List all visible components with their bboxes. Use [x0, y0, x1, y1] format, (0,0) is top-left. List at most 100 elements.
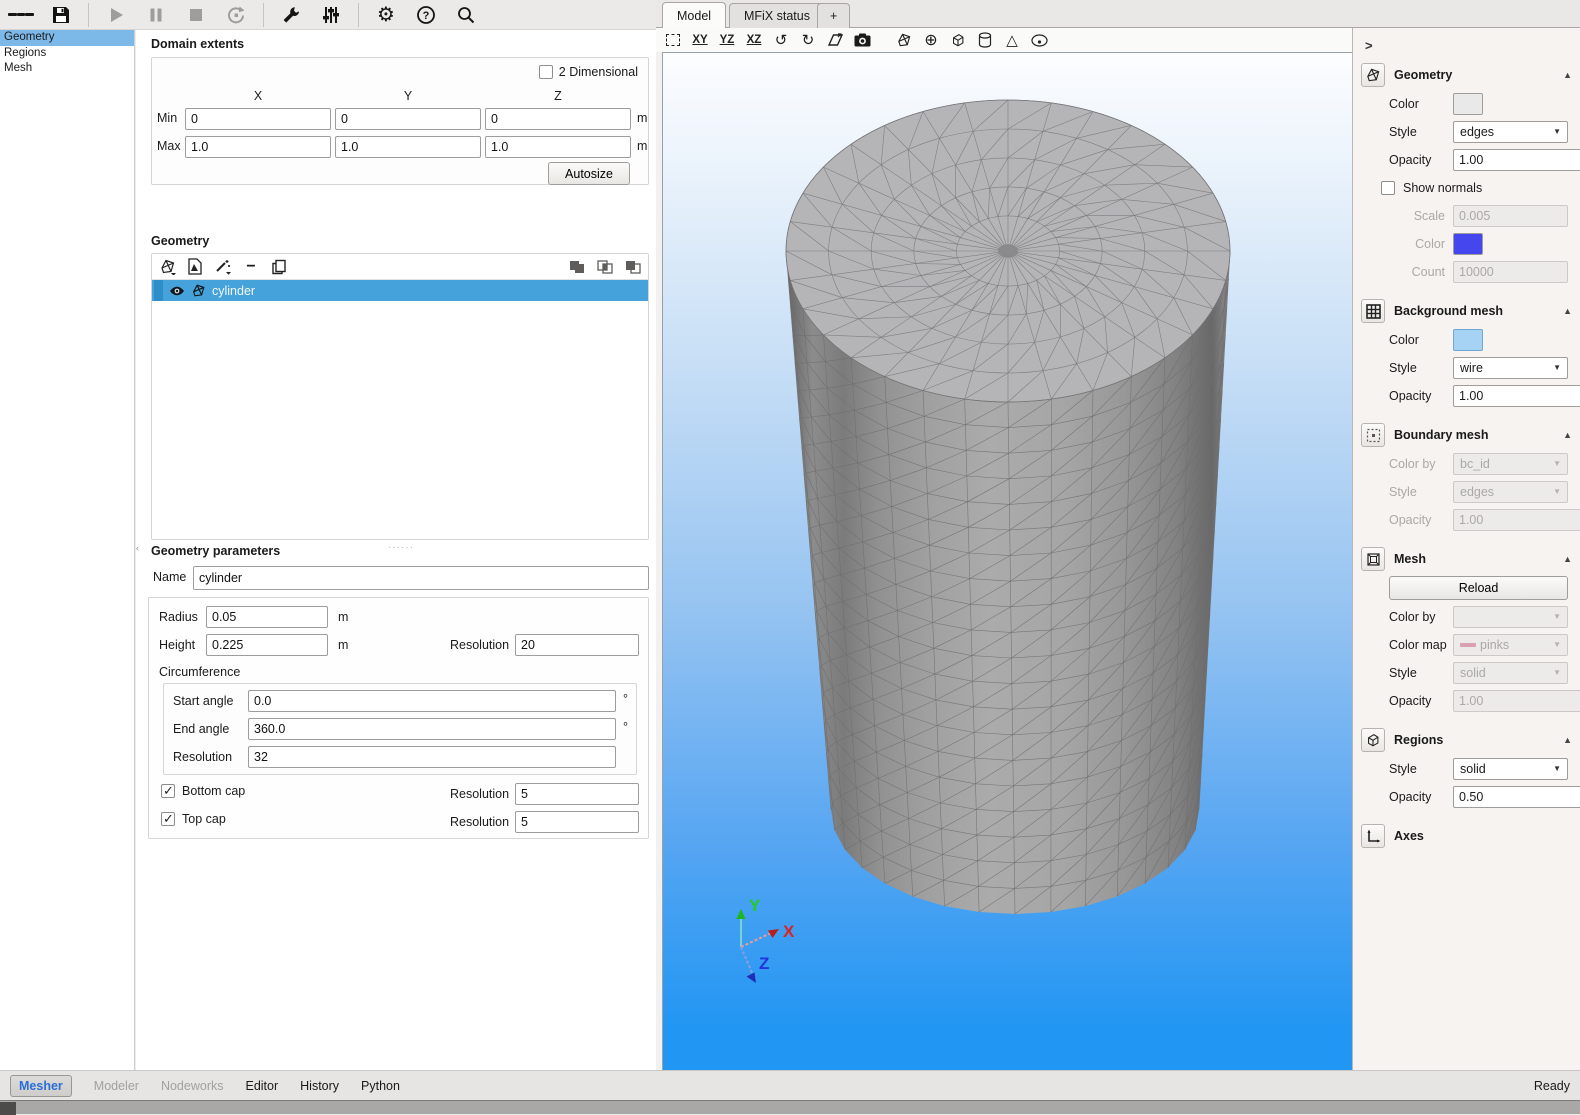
bottom-cap-resolution-input[interactable] [515, 783, 639, 805]
copy-geometry-icon[interactable] [270, 258, 288, 276]
tab-mfix-status[interactable]: MFiX status [729, 3, 825, 28]
perspective-icon[interactable] [826, 31, 844, 49]
mode-nav: Geometry Regions Mesh [0, 30, 135, 1070]
top-cap-resolution-input[interactable] [515, 811, 639, 833]
reset-icon[interactable] [223, 3, 249, 27]
collapse-panel-chevron-icon[interactable]: > [1365, 38, 1383, 53]
name-input[interactable] [193, 566, 649, 590]
regions-opacity-label: Opacity [1389, 790, 1453, 804]
max-x-input[interactable] [185, 136, 331, 158]
min-z-input[interactable] [485, 108, 631, 130]
geometry-list-item-cylinder[interactable]: cylinder [152, 280, 648, 301]
geometry-shape-icon [191, 283, 206, 298]
axes-section-icon[interactable] [1361, 824, 1385, 848]
show-normals-checkbox[interactable] [1381, 181, 1395, 195]
rotate-right-icon[interactable]: ↻ [799, 31, 817, 49]
tab-add[interactable]: + [817, 3, 850, 28]
wizard-wand-icon[interactable] [214, 258, 232, 276]
add-polygon-file-icon[interactable] [186, 258, 204, 276]
start-angle-input[interactable] [248, 690, 616, 712]
remove-geometry-icon[interactable]: − [242, 258, 260, 276]
mode-mesher[interactable]: Mesher [10, 1075, 72, 1097]
autosize-button[interactable]: Autosize [548, 162, 630, 185]
background-mesh-opacity-spinbox[interactable]: ▲▼ [1453, 385, 1580, 407]
toggle-background-mesh-icon[interactable]: ⊕ [922, 31, 940, 49]
view-xy-icon[interactable]: XY [691, 31, 709, 49]
boundary-mesh-section-icon[interactable] [1361, 423, 1385, 447]
collapse-arrow-icon[interactable]: ▲ [1563, 554, 1572, 564]
view-yz-icon[interactable]: YZ [718, 31, 736, 49]
min-y-input[interactable] [335, 108, 481, 130]
screenshot-camera-icon[interactable] [853, 31, 871, 49]
nav-item-geometry[interactable]: Geometry [0, 30, 134, 46]
height-resolution-input[interactable] [515, 634, 639, 656]
bottom-cap-checkbox[interactable] [161, 784, 175, 798]
regions-style-dropdown[interactable]: solid▼ [1453, 758, 1568, 780]
background-mesh-opacity-input[interactable] [1454, 386, 1580, 406]
visibility-eye-icon[interactable] [169, 284, 185, 298]
add-geometry-icon[interactable] [158, 258, 176, 276]
regions-section-icon[interactable] [1361, 728, 1385, 752]
toggle-mesh-cylinder-icon[interactable] [976, 31, 994, 49]
min-x-input[interactable] [185, 108, 331, 130]
two-dimensional-checkbox[interactable] [539, 65, 553, 79]
nav-item-mesh[interactable]: Mesh [0, 61, 134, 77]
max-y-input[interactable] [335, 136, 481, 158]
background-mesh-color-swatch[interactable] [1453, 329, 1483, 351]
geometry-opacity-spinbox[interactable]: ▲▼ [1453, 149, 1580, 171]
toggle-regions-cube-icon[interactable] [949, 31, 967, 49]
collapse-arrow-icon[interactable]: ▲ [1563, 430, 1572, 440]
nav-item-regions[interactable]: Regions [0, 46, 134, 62]
parameters-sliders-icon[interactable] [318, 3, 344, 27]
boundary-mesh-color-by-dropdown: bc_id▼ [1453, 453, 1568, 475]
mesh-section-icon[interactable] [1361, 547, 1385, 571]
list-row-handle [154, 280, 163, 301]
mesh-reload-button[interactable]: Reload [1389, 576, 1568, 600]
top-cap-checkbox[interactable] [161, 812, 175, 826]
background-mesh-style-dropdown[interactable]: wire▼ [1453, 357, 1568, 379]
background-mesh-section-icon[interactable] [1361, 299, 1385, 323]
tab-model[interactable]: Model [662, 2, 726, 28]
collapse-arrow-icon[interactable]: ▲ [1563, 735, 1572, 745]
mesh-style-label: Style [1389, 666, 1453, 680]
mesh-opacity-input [1454, 691, 1580, 711]
toggle-visibility-icon[interactable] [1030, 31, 1048, 49]
settings-gear-icon[interactable]: ⚙ [373, 3, 399, 27]
reset-view-icon[interactable] [664, 31, 682, 49]
build-wrench-icon[interactable] [278, 3, 304, 27]
collapse-arrow-icon[interactable]: ▲ [1563, 70, 1572, 80]
search-icon[interactable] [453, 3, 479, 27]
mode-editor[interactable]: Editor [245, 1079, 278, 1093]
stop-icon[interactable] [183, 3, 209, 27]
toggle-geometry-icon[interactable] [895, 31, 913, 49]
toggle-cone-icon[interactable]: △ [1003, 31, 1021, 49]
max-z-input[interactable] [485, 136, 631, 158]
collapse-chevron-icon[interactable]: ‹ [136, 543, 139, 553]
view-xz-icon[interactable]: XZ [745, 31, 763, 49]
geometry-opacity-input[interactable] [1454, 150, 1580, 170]
mesh-color-by-dropdown: ▼ [1453, 606, 1568, 628]
rotate-left-icon[interactable]: ↺ [772, 31, 790, 49]
circumference-resolution-input[interactable] [248, 746, 616, 768]
mode-history[interactable]: History [300, 1079, 339, 1093]
regions-opacity-spinbox[interactable]: ▲▼ [1453, 786, 1580, 808]
radius-input[interactable] [206, 606, 328, 628]
geometry-section-icon[interactable] [1361, 63, 1385, 87]
boolean-difference-icon[interactable] [624, 258, 642, 276]
run-icon[interactable] [103, 3, 129, 27]
geometry-color-swatch[interactable] [1453, 93, 1483, 115]
render-viewport[interactable]: Y X Z [662, 52, 1352, 1070]
panel-splitter-handle[interactable]: ······ [366, 542, 436, 553]
regions-opacity-input[interactable] [1454, 787, 1580, 807]
pause-icon[interactable] [143, 3, 169, 27]
help-icon[interactable]: ? [413, 3, 439, 27]
collapse-arrow-icon[interactable]: ▲ [1563, 306, 1572, 316]
boolean-intersect-icon[interactable] [596, 258, 614, 276]
mode-python[interactable]: Python [361, 1079, 400, 1093]
boolean-union-icon[interactable] [568, 258, 586, 276]
save-icon[interactable] [48, 3, 74, 27]
geometry-style-dropdown[interactable]: edges▼ [1453, 121, 1568, 143]
end-angle-input[interactable] [248, 718, 616, 740]
menu-icon[interactable] [8, 3, 34, 27]
height-input[interactable] [206, 634, 328, 656]
